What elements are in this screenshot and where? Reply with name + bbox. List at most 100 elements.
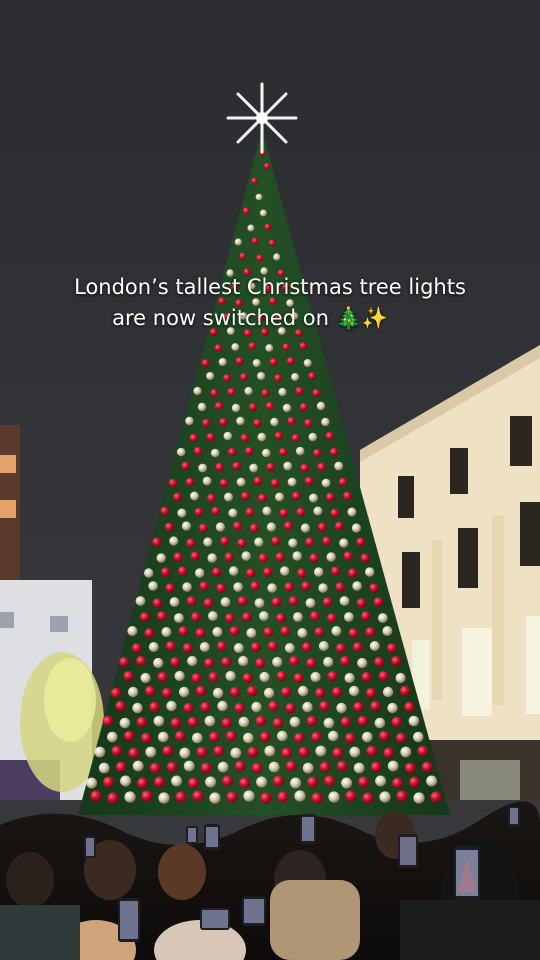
bauble [254, 598, 265, 608]
bauble [257, 432, 267, 442]
bauble [246, 628, 257, 638]
bauble [208, 611, 218, 621]
bauble [301, 581, 311, 591]
bauble [132, 760, 144, 772]
bauble [288, 538, 298, 548]
bauble [210, 388, 219, 398]
bauble [213, 745, 225, 757]
bauble [387, 702, 398, 714]
bauble [291, 373, 300, 381]
bauble [247, 746, 259, 758]
bauble [369, 583, 379, 593]
bauble [311, 731, 322, 743]
bauble [356, 537, 366, 547]
phone [300, 814, 316, 844]
bauble [223, 431, 233, 441]
bauble [191, 612, 201, 622]
bauble [265, 401, 275, 411]
bauble [222, 775, 234, 787]
bauble [396, 790, 408, 802]
bauble [157, 671, 168, 683]
bauble [227, 447, 237, 457]
bauble [391, 716, 403, 728]
bauble [331, 686, 343, 698]
bauble [273, 775, 285, 787]
bauble [255, 657, 266, 669]
bauble [352, 581, 362, 591]
bauble [314, 567, 324, 577]
bauble [192, 732, 203, 744]
bauble [392, 777, 404, 789]
bauble [207, 493, 216, 503]
bauble [235, 357, 244, 365]
bauble [340, 655, 351, 667]
bauble [241, 491, 250, 501]
bauble [319, 761, 331, 773]
bauble [149, 762, 161, 774]
bauble [174, 613, 184, 623]
bauble [349, 746, 361, 758]
bauble [284, 643, 295, 653]
bauble [321, 478, 331, 488]
bauble [90, 790, 102, 802]
bauble [153, 657, 164, 669]
bauble [265, 344, 274, 352]
bauble [375, 775, 387, 787]
bauble [278, 387, 287, 397]
bauble [297, 568, 307, 578]
bauble [217, 761, 229, 773]
bauble [266, 462, 276, 472]
bauble [260, 792, 272, 804]
bauble [261, 388, 270, 398]
bauble [417, 745, 429, 757]
bauble [230, 747, 242, 759]
bauble [297, 685, 309, 697]
bauble [170, 717, 182, 729]
bauble [251, 701, 262, 713]
phone [454, 846, 480, 900]
bauble [136, 716, 148, 728]
bauble [244, 446, 254, 456]
bauble [168, 478, 178, 488]
bauble [331, 566, 341, 576]
bauble [335, 643, 346, 653]
bauble [345, 732, 356, 744]
bauble [258, 493, 267, 503]
caption-line-2: are now switched on 🎄✨ [112, 306, 388, 330]
bauble [318, 641, 329, 651]
bauble [187, 716, 199, 728]
bauble [302, 701, 313, 713]
bauble [110, 687, 122, 699]
bauble [379, 730, 390, 742]
bauble [202, 418, 211, 428]
bauble [306, 715, 318, 727]
bauble [144, 568, 154, 578]
bauble [190, 551, 200, 561]
bauble [212, 567, 222, 577]
bauble [284, 582, 294, 592]
bauble [148, 581, 158, 591]
bauble [312, 388, 321, 398]
bauble [161, 687, 173, 699]
phone [508, 806, 520, 826]
bauble [304, 418, 313, 428]
bauble [378, 613, 388, 623]
bauble [185, 416, 194, 426]
bauble [319, 700, 330, 712]
bauble [199, 581, 209, 591]
bauble [250, 642, 261, 652]
bauble [195, 568, 205, 578]
bauble [173, 492, 182, 502]
bauble [271, 597, 282, 607]
bauble [215, 522, 225, 532]
bauble [306, 657, 317, 669]
bauble [154, 776, 166, 788]
bauble [268, 239, 276, 247]
bauble [303, 359, 312, 367]
bauble [204, 657, 215, 669]
bauble [290, 777, 302, 789]
bauble [171, 775, 183, 787]
bauble [404, 762, 416, 774]
bauble [272, 717, 284, 729]
bauble [206, 432, 216, 442]
